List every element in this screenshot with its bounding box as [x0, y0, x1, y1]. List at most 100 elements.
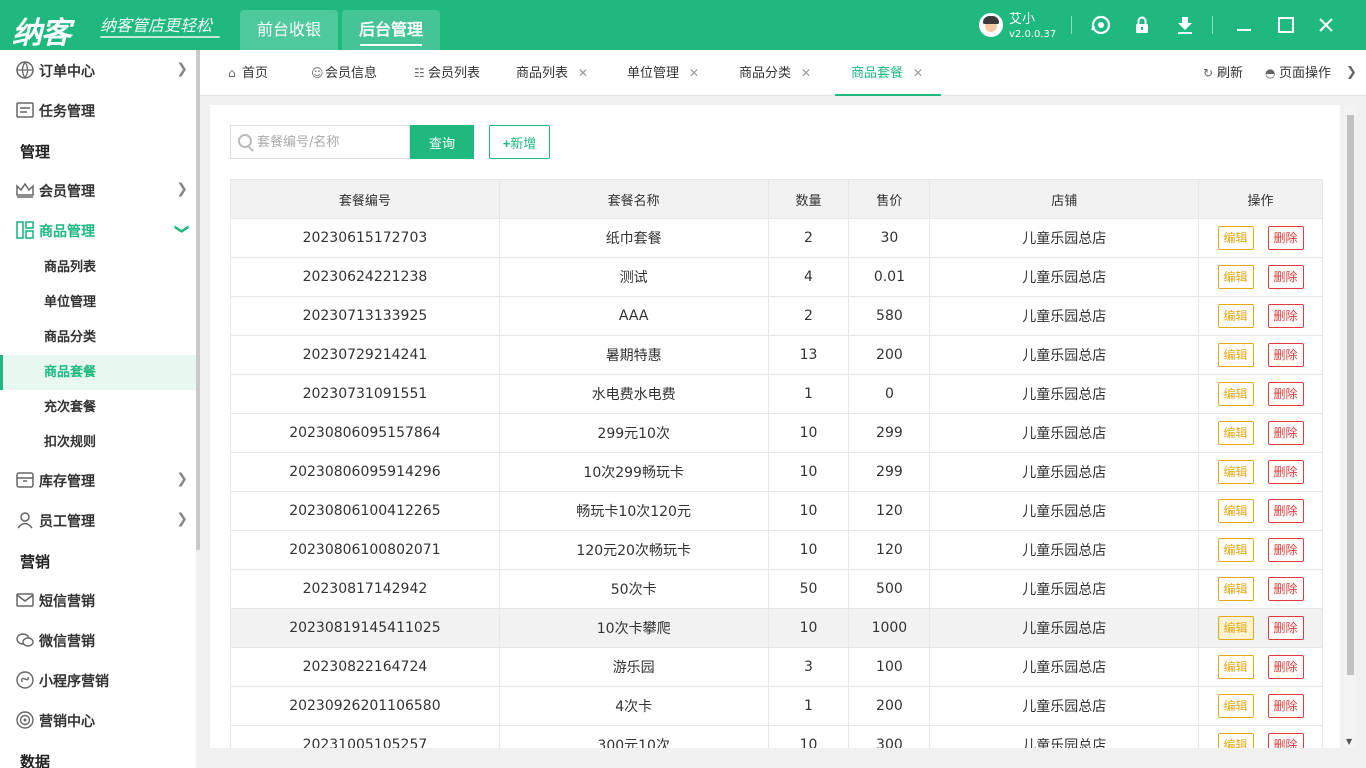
delete-button[interactable]: 删除 [1267, 616, 1304, 640]
sidebar-subitem-product-category[interactable]: 商品分类 [0, 320, 196, 355]
edit-button[interactable]: 编辑 [1217, 577, 1254, 601]
sidebar-item-staff[interactable]: 员工管理 ❯ [0, 500, 196, 540]
edit-button[interactable]: 编辑 [1217, 265, 1254, 289]
user-avatar[interactable] [979, 13, 1003, 37]
delete-button[interactable]: 删除 [1267, 460, 1304, 484]
delete-button[interactable]: 删除 [1267, 226, 1304, 250]
edit-button[interactable]: 编辑 [1217, 382, 1254, 406]
lock-icon[interactable] [1131, 14, 1153, 36]
sidebar-item-products[interactable]: 商品管理 ❯ [0, 210, 196, 250]
table-cell-actions: 编辑 删除 [1198, 257, 1323, 297]
query-button[interactable]: 查询 [410, 125, 474, 159]
edit-button[interactable]: 编辑 [1217, 616, 1254, 640]
refresh-button[interactable]: ↻ 刷新 [1203, 50, 1243, 96]
table-row[interactable]: 20230806100412265 畅玩卡10次120元 10 120 儿童乐园总店 编辑… [230, 491, 1323, 531]
add-button[interactable]: +新增 [489, 125, 550, 159]
table-row[interactable]: 20230624221238 测试 4 0.01 儿童乐园总店 编辑 删除 [230, 257, 1323, 297]
support-icon[interactable] [1090, 14, 1112, 36]
page-operations-button[interactable]: ◓ 页面操作 [1265, 50, 1331, 96]
close-icon[interactable] [1315, 14, 1337, 36]
edit-button[interactable]: 编辑 [1217, 304, 1254, 328]
delete-button[interactable]: 删除 [1267, 694, 1304, 718]
sidebar-subitem-recharge-package[interactable]: 充次套餐 [0, 390, 196, 425]
download-icon[interactable] [1174, 14, 1196, 36]
table-row[interactable]: 20230806095914296 10次299畅玩卡 10 299 儿童乐园总店 编辑删… [230, 452, 1323, 492]
tab-member-list[interactable]: ☷ 会员列表 [414, 50, 480, 96]
tab-unit-management[interactable]: 单位管理 ✕ [627, 50, 699, 96]
delete-button[interactable]: 删除 [1267, 421, 1304, 445]
table-row[interactable]: 20230806095157864 299元10次 10 299 儿童乐园总店 编辑 删除 [230, 413, 1323, 453]
edit-button[interactable]: 编辑 [1217, 733, 1254, 748]
tab-close-icon[interactable]: ✕ [913, 66, 923, 80]
delete-button[interactable]: 删除 [1267, 265, 1304, 289]
delete-button[interactable]: 删除 [1267, 577, 1304, 601]
table-row[interactable]: 20230926201106580 4次卡 1 200 儿童乐园总店 编辑 删除 [230, 686, 1323, 726]
sidebar-subitem-product-package[interactable]: 商品套餐 [0, 355, 196, 390]
scroll-down-icon[interactable]: ▼ [1346, 737, 1352, 746]
delete-button[interactable]: 删除 [1267, 499, 1304, 523]
table-row[interactable]: 20231005105257 300元10次 10 300 儿童乐园总店 编辑 删除 [230, 725, 1323, 748]
edit-button[interactable]: 编辑 [1217, 460, 1254, 484]
tab-backend-management[interactable]: 后台管理 [342, 10, 440, 50]
column-header[interactable]: 售价 [848, 179, 931, 219]
edit-button[interactable]: 编辑 [1217, 499, 1254, 523]
tab-close-icon[interactable]: ✕ [801, 66, 811, 80]
column-header[interactable]: 套餐名称 [498, 179, 769, 219]
sidebar-item-tasks[interactable]: 任务管理 [0, 90, 196, 130]
search-input[interactable] [257, 126, 407, 158]
tab-product-list[interactable]: 商品列表 ✕ [516, 50, 588, 96]
sidebar-item-marketing-center[interactable]: 营销中心 [0, 700, 196, 740]
table-cell: 50次卡 [498, 569, 769, 609]
table-cell: 儿童乐园总店 [929, 374, 1200, 414]
edit-button[interactable]: 编辑 [1217, 538, 1254, 562]
column-header[interactable]: 数量 [767, 179, 850, 219]
table-cell: 3 [767, 647, 850, 687]
table-row[interactable]: 20230806100802071 120元20次畅玩卡 10 120 儿童乐园总店 编辑… [230, 530, 1323, 570]
edit-button[interactable]: 编辑 [1217, 655, 1254, 679]
column-header[interactable]: 店铺 [929, 179, 1200, 219]
delete-button[interactable]: 删除 [1267, 382, 1304, 406]
sidebar-scrollbar[interactable] [196, 50, 200, 550]
minimize-icon[interactable] [1233, 14, 1255, 36]
edit-button[interactable]: 编辑 [1217, 226, 1254, 250]
table-row[interactable]: 20230817142942 50次卡 50 500 儿童乐园总店 编辑 删除 [230, 569, 1323, 609]
maximize-icon[interactable] [1275, 14, 1297, 36]
tab-member-info[interactable]: ☺会员信息 [311, 50, 377, 96]
content-scrollbar[interactable]: ▼ [1344, 105, 1356, 748]
edit-button[interactable]: 编辑 [1217, 421, 1254, 445]
tab-home[interactable]: ⌂ 首页 [228, 50, 268, 96]
delete-button[interactable]: 删除 [1267, 655, 1304, 679]
table-row[interactable]: 20230615172703 纸巾套餐 2 30 儿童乐园总店 编辑 删除 [230, 218, 1323, 258]
tab-close-icon[interactable]: ✕ [689, 66, 699, 80]
search-box[interactable] [230, 125, 410, 159]
tab-product-package[interactable]: 商品套餐 ✕ [834, 50, 942, 96]
sidebar-subitem-unit-management[interactable]: 单位管理 [0, 285, 196, 320]
user-name[interactable]: 艾小 [1009, 8, 1035, 27]
delete-button[interactable]: 删除 [1267, 343, 1304, 367]
scrollbar-thumb[interactable] [1347, 115, 1354, 675]
tab-front-cashier[interactable]: 前台收银 [240, 10, 338, 50]
table-row[interactable]: 20230822164724 游乐园 3 100 儿童乐园总店 编辑 删除 [230, 647, 1323, 687]
sidebar-item-label: 短信营销 [39, 594, 95, 610]
sidebar-item-miniprogram-marketing[interactable]: 小程序营销 [0, 660, 196, 700]
edit-button[interactable]: 编辑 [1217, 343, 1254, 367]
delete-button[interactable]: 删除 [1267, 733, 1304, 748]
delete-button[interactable]: 删除 [1267, 538, 1304, 562]
sidebar-subitem-deduction-rules[interactable]: 扣次规则 [0, 425, 196, 460]
tab-product-category[interactable]: 商品分类 ✕ [739, 50, 811, 96]
sidebar-item-sms-marketing[interactable]: 短信营销 [0, 580, 196, 620]
tabs-scroll-right-icon[interactable]: ❯ [1346, 50, 1357, 96]
delete-button[interactable]: 删除 [1267, 304, 1304, 328]
sidebar-subitem-product-list[interactable]: 商品列表 [0, 250, 196, 285]
column-header[interactable]: 套餐编号 [230, 179, 500, 219]
sidebar-item-orders[interactable]: 订单中心 ❯ [0, 50, 196, 90]
table-row[interactable]: 20230731091551 水电费水电费 1 0 儿童乐园总店 编辑 删除 [230, 374, 1323, 414]
tab-close-icon[interactable]: ✕ [578, 66, 588, 80]
table-row[interactable]: 20230819145411025 10次卡攀爬 10 1000 儿童乐园总店 编辑 删除 [230, 608, 1323, 648]
table-row[interactable]: 20230729214241 暑期特惠 13 200 儿童乐园总店 编辑 删除 [230, 335, 1323, 375]
sidebar-item-members[interactable]: 会员管理 ❯ [0, 170, 196, 210]
table-row[interactable]: 20230713133925 AAA 2 580 儿童乐园总店 编辑 删除 [230, 296, 1323, 336]
sidebar-item-inventory[interactable]: 库存管理 ❯ [0, 460, 196, 500]
edit-button[interactable]: 编辑 [1217, 694, 1254, 718]
sidebar-item-wechat-marketing[interactable]: 微信营销 [0, 620, 196, 660]
